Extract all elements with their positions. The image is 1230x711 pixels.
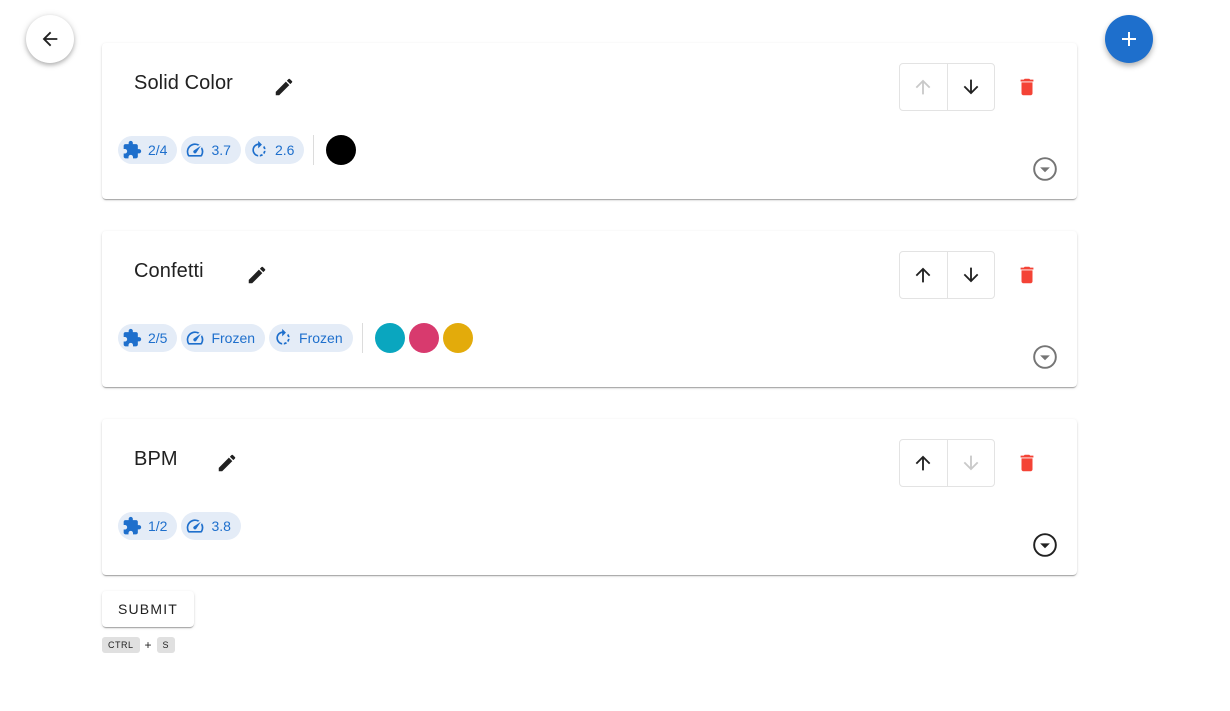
chip-value: 2.6 [274, 142, 295, 158]
move-down-button[interactable] [946, 64, 995, 110]
rotate-icon [276, 328, 290, 345]
layers-chip[interactable]: 1/2 [118, 512, 178, 540]
trash-icon [1020, 266, 1034, 284]
chip-value: 2/5 [148, 330, 168, 346]
color-swatch[interactable] [442, 323, 473, 353]
expand-button[interactable] [1032, 156, 1058, 182]
shortcut-key-ctrl: CTRL [102, 637, 140, 653]
chip-value: 3.7 [211, 142, 231, 158]
speed-icon [187, 331, 204, 345]
expand-button[interactable] [1032, 532, 1058, 558]
reorder-group [899, 439, 995, 487]
move-up-button[interactable] [900, 64, 947, 110]
speed-icon [187, 143, 204, 157]
reorder-group [899, 251, 995, 299]
edit-title-button[interactable] [213, 449, 241, 477]
move-up-button[interactable] [900, 252, 947, 298]
arrow-left-icon [42, 31, 58, 47]
move-down-button[interactable] [946, 252, 995, 298]
arrow-up-icon [915, 455, 931, 471]
layers-chip[interactable]: 2/4 [118, 136, 178, 164]
shortcut-key-s: S [156, 637, 176, 653]
chevron-down-circle-icon [1033, 345, 1057, 369]
speed-chip[interactable]: 3.8 [181, 512, 241, 540]
arrow-down-icon [963, 267, 979, 283]
chip-value: 1/2 [148, 518, 168, 534]
effect-card: BPM 1/2 3.8 [102, 419, 1077, 575]
reorder-group [899, 63, 995, 111]
plus-icon [1122, 32, 1136, 46]
back-button[interactable] [26, 15, 74, 63]
effect-title: Confetti [134, 260, 204, 282]
divider [361, 323, 363, 353]
color-swatch[interactable] [408, 323, 439, 353]
delete-button[interactable] [1010, 448, 1044, 478]
layers-chip[interactable]: 2/5 [118, 324, 178, 352]
pencil-icon [248, 266, 266, 284]
puzzle-icon [123, 140, 142, 159]
speed-icon [187, 519, 204, 533]
move-up-button[interactable] [900, 440, 947, 486]
rotate-icon [252, 140, 266, 157]
chip-value: 2/4 [148, 142, 168, 158]
add-effect-button[interactable] [1105, 15, 1153, 63]
expand-button[interactable] [1032, 344, 1058, 370]
chevron-down-circle-icon [1033, 533, 1057, 557]
effect-chips: 2/4 3.7 2.6 [118, 135, 360, 165]
rotate-chip[interactable]: 2.6 [244, 136, 305, 164]
rotate-chip[interactable]: Frozen [269, 324, 353, 352]
speed-chip[interactable]: Frozen [181, 324, 266, 352]
chip-value: Frozen [211, 330, 256, 346]
effect-card: Solid Color 2/4 3.7 2.6 [102, 43, 1077, 199]
puzzle-icon [123, 516, 142, 535]
pencil-icon [218, 454, 236, 472]
chevron-down-circle-icon [1033, 157, 1057, 181]
delete-button[interactable] [1010, 72, 1044, 102]
divider [313, 135, 315, 165]
effect-card: Confetti 2/5 Frozen Frozen [102, 231, 1077, 387]
effect-chips: 2/5 Frozen Frozen [118, 323, 477, 353]
puzzle-icon [123, 328, 142, 347]
trash-icon [1020, 78, 1034, 96]
effect-title: Solid Color [134, 72, 233, 94]
color-swatch[interactable] [374, 323, 405, 353]
move-down-button[interactable] [946, 440, 995, 486]
submit-button[interactable]: SUBMIT [102, 591, 194, 627]
arrow-up-icon [915, 267, 931, 283]
chip-value: Frozen [299, 330, 343, 346]
arrow-up-icon [915, 79, 931, 95]
arrow-down-icon [963, 79, 979, 95]
keyboard-shortcut-hint: CTRL + S [102, 637, 176, 653]
trash-icon [1020, 454, 1034, 472]
speed-chip[interactable]: 3.7 [181, 136, 241, 164]
chip-value: 3.8 [211, 518, 231, 534]
color-swatch[interactable] [326, 135, 357, 165]
pencil-icon [275, 78, 293, 96]
effect-chips: 1/2 3.8 [118, 511, 245, 541]
edit-title-button[interactable] [270, 73, 298, 101]
effect-title: BPM [134, 448, 178, 470]
delete-button[interactable] [1010, 260, 1044, 290]
edit-title-button[interactable] [243, 261, 271, 289]
arrow-down-icon [963, 455, 979, 471]
shortcut-plus: + [144, 638, 152, 652]
